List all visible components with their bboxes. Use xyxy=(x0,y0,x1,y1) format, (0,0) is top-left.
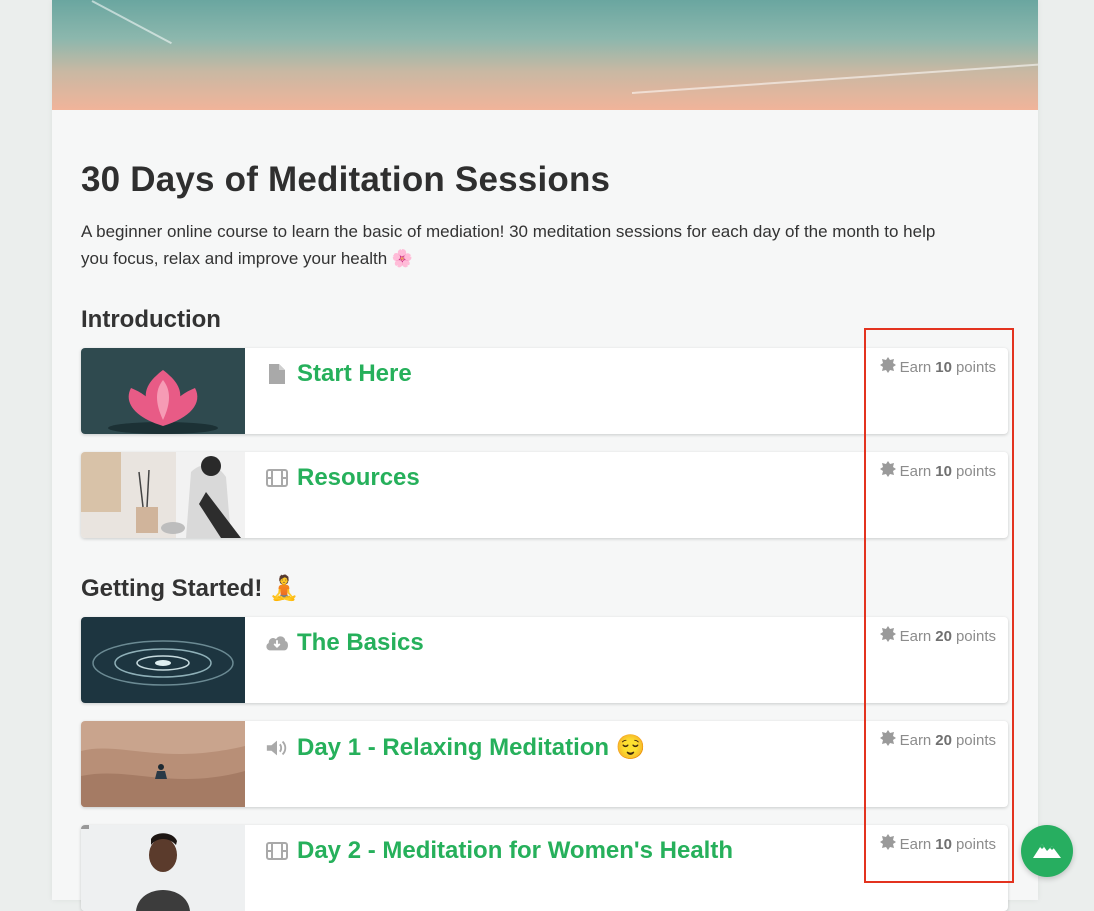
badge-icon xyxy=(879,626,896,646)
mountain-icon xyxy=(1033,840,1061,863)
points-badge: Earn 20 points xyxy=(879,730,996,750)
badge-icon xyxy=(879,834,896,854)
lesson-title-link[interactable]: The Basics xyxy=(265,629,424,657)
film-icon xyxy=(265,466,289,490)
lesson-title-link[interactable]: Day 2 - Meditation for Women's Health xyxy=(265,837,733,865)
lesson-thumbnail xyxy=(81,721,245,807)
lesson-title-link[interactable]: Resources xyxy=(265,464,420,492)
section-title-getting-started: Getting Started! 🧘 xyxy=(81,575,299,602)
lesson-card-resources[interactable]: Resources Earn 10 points xyxy=(81,452,1008,538)
points-badge: Earn 20 points xyxy=(879,626,996,646)
lesson-title-text: Day 2 - Meditation for Women's Health xyxy=(297,837,733,864)
course-page: 30 Days of Meditation Sessions A beginne… xyxy=(52,0,1038,911)
hero-banner xyxy=(52,0,1038,110)
file-icon xyxy=(265,362,289,386)
lesson-title-text: Resources xyxy=(297,464,420,491)
course-description: A beginner online course to learn the ba… xyxy=(81,222,936,268)
lesson-title-text: The Basics xyxy=(297,629,424,656)
lesson-card-the-basics[interactable]: The Basics Earn 20 points xyxy=(81,617,1008,703)
badge-icon xyxy=(879,730,896,750)
lesson-thumbnail xyxy=(81,825,245,911)
lesson-card-start-here[interactable]: Start Here Earn 10 points xyxy=(81,348,1008,434)
course-title: 30 Days of Meditation Sessions xyxy=(81,160,611,199)
lesson-card-day-1[interactable]: Day 1 - Relaxing Meditation 😌 Earn 20 po… xyxy=(81,721,1008,807)
lesson-title-link[interactable]: Day 1 - Relaxing Meditation 😌 xyxy=(265,733,646,762)
lesson-card-day-2[interactable]: Day 2 - Meditation for Women's Health Ea… xyxy=(81,825,1008,911)
lesson-title-text: Day 1 - Relaxing Meditation 😌 xyxy=(297,734,646,761)
badge-icon xyxy=(879,461,896,481)
points-badge: Earn 10 points xyxy=(879,357,996,377)
lesson-thumbnail xyxy=(81,452,245,538)
mountain-icon-button[interactable] xyxy=(1021,825,1073,877)
badge-icon xyxy=(879,357,896,377)
section-title-introduction: Introduction xyxy=(81,306,221,333)
points-badge: Earn 10 points xyxy=(879,461,996,481)
lesson-title-text: Start Here xyxy=(297,360,412,387)
film-icon xyxy=(265,839,289,863)
lesson-thumbnail xyxy=(81,617,245,703)
points-badge: Earn 10 points xyxy=(879,834,996,854)
cloud-download-icon xyxy=(265,631,289,655)
lesson-thumbnail xyxy=(81,348,245,434)
speaker-icon xyxy=(265,736,289,760)
lesson-title-link[interactable]: Start Here xyxy=(265,360,412,388)
